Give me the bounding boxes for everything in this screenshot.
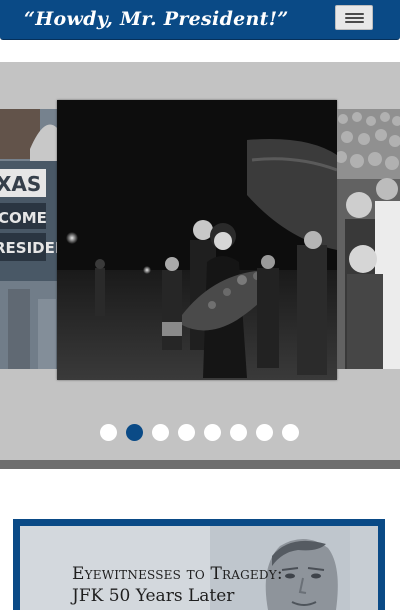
marquee-text-1: XAS bbox=[0, 172, 41, 196]
feature-title-line-2: JFK 50 Years Later bbox=[72, 586, 235, 606]
carousel-dot-2-active[interactable] bbox=[126, 424, 143, 441]
menu-toggle-button[interactable] bbox=[335, 5, 373, 30]
carousel-dot-7[interactable] bbox=[256, 424, 273, 441]
marquee-text-3: RESIDENT bbox=[0, 239, 58, 257]
carousel-dot-6[interactable] bbox=[230, 424, 247, 441]
feature-title-line-1: Eyewitnesses to Tragedy: bbox=[72, 564, 283, 584]
carousel-dot-5[interactable] bbox=[204, 424, 221, 441]
carousel-dot-8[interactable] bbox=[282, 424, 299, 441]
photo-carousel[interactable]: XAS COME RESIDENT bbox=[0, 62, 400, 469]
featured-exhibit-banner[interactable]: Eyewitnesses to Tragedy: JFK 50 Years La… bbox=[13, 519, 385, 610]
carousel-slide-next[interactable] bbox=[337, 109, 400, 369]
carousel-dot-3[interactable] bbox=[152, 424, 169, 441]
crowd-photo bbox=[337, 109, 400, 369]
site-header: “Howdy, Mr. President!” bbox=[0, 0, 400, 40]
arrival-night-photo bbox=[57, 100, 337, 380]
hamburger-menu-icon-bar bbox=[345, 17, 364, 19]
carousel-slide-current[interactable] bbox=[57, 100, 337, 380]
carousel-pagination bbox=[0, 424, 400, 442]
carousel-dot-4[interactable] bbox=[178, 424, 195, 441]
marquee-text-2: COME bbox=[0, 209, 47, 227]
theater-marquee-photo: XAS COME RESIDENT bbox=[0, 109, 58, 369]
carousel-dot-1[interactable] bbox=[100, 424, 117, 441]
featured-exhibit-card[interactable]: Eyewitnesses to Tragedy: JFK 50 Years La… bbox=[20, 526, 378, 610]
hamburger-menu-icon-bar bbox=[345, 21, 364, 23]
carousel-slide-previous[interactable]: XAS COME RESIDENT bbox=[0, 109, 58, 369]
site-brand-logo[interactable]: “Howdy, Mr. President!” bbox=[24, 5, 289, 33]
hamburger-menu-icon bbox=[345, 13, 364, 15]
